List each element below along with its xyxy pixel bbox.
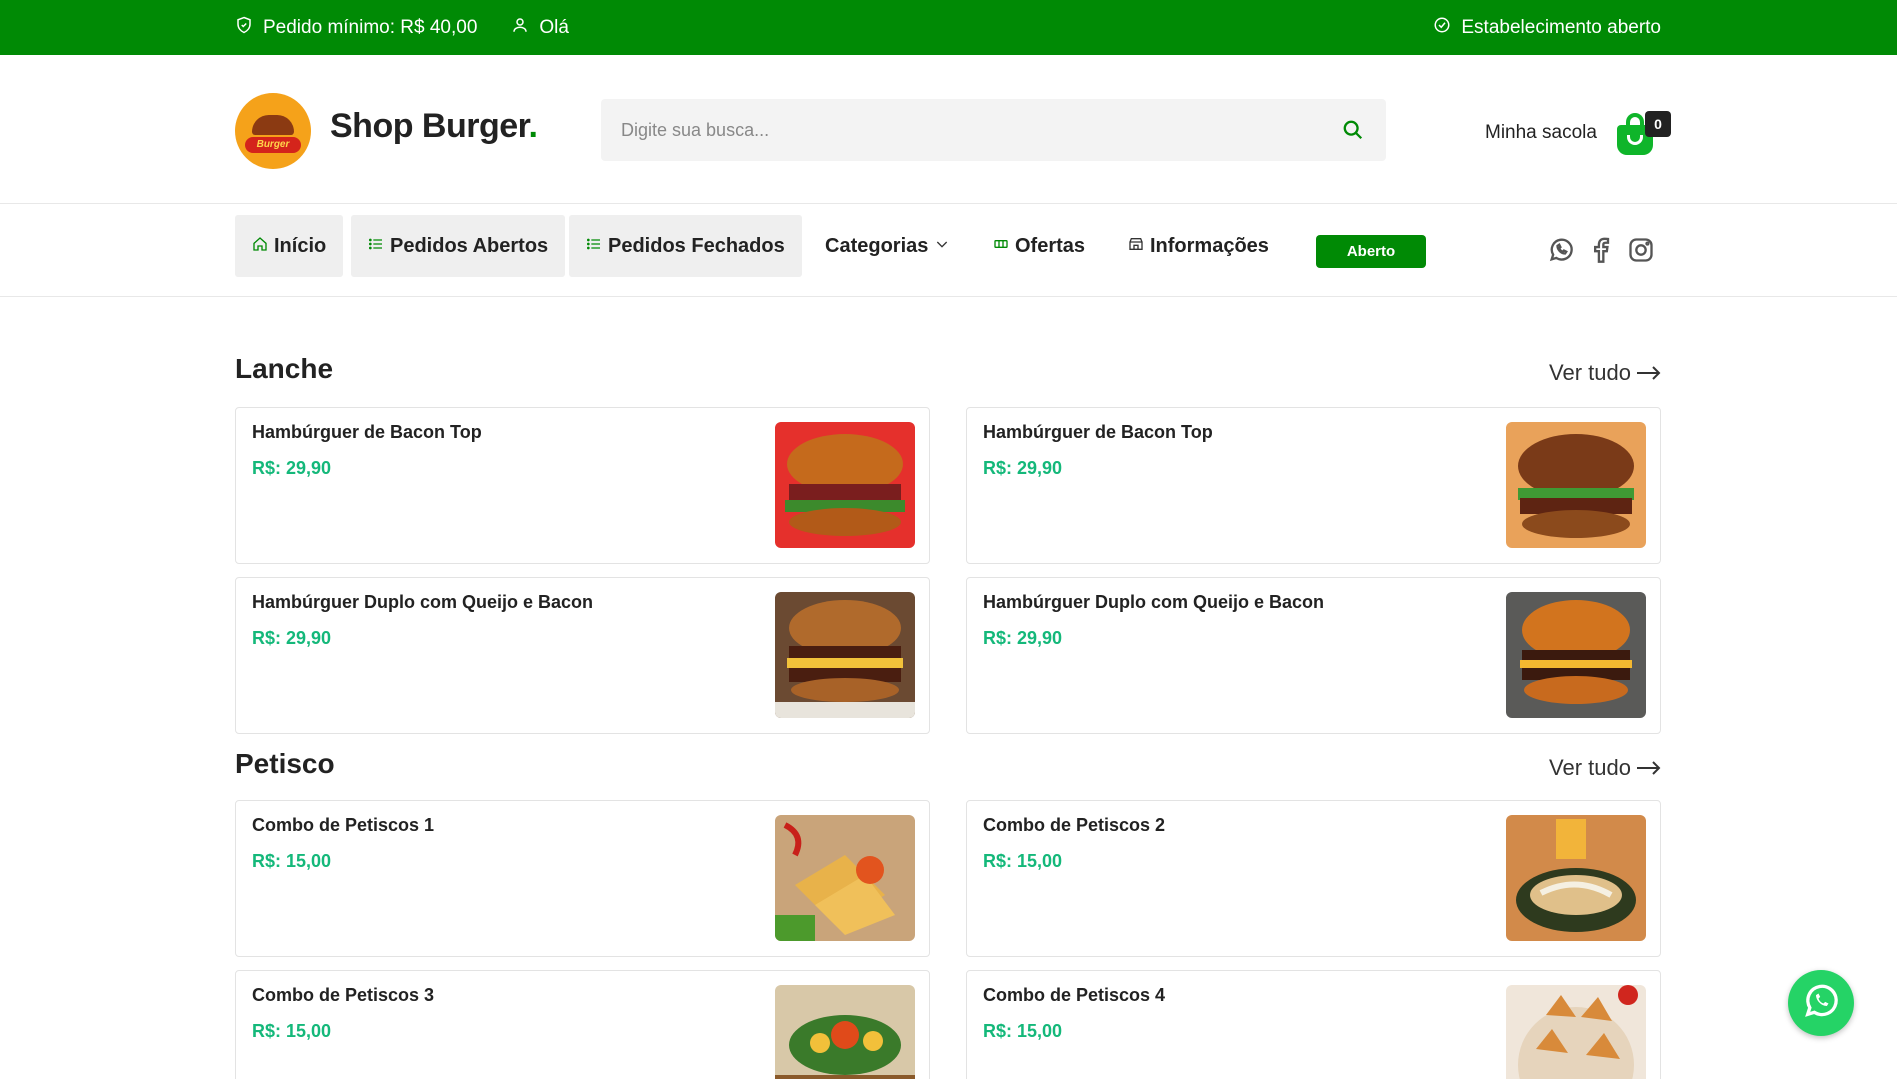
- nav-info-label: Informações: [1150, 234, 1269, 257]
- bag-label[interactable]: Minha sacola: [1485, 122, 1597, 144]
- home-icon: [252, 235, 268, 258]
- nav-categories[interactable]: Categorias: [825, 215, 950, 277]
- product-card[interactable]: Hambúrguer Duplo com Queijo e Bacon R$: …: [966, 577, 1661, 734]
- nav-closed-orders[interactable]: Pedidos Fechados: [569, 215, 802, 277]
- product-card[interactable]: Combo de Petiscos 3 R$: 15,00: [235, 970, 930, 1079]
- brand-name-text: Shop Burger: [330, 107, 529, 145]
- nav-closed-orders-label: Pedidos Fechados: [608, 234, 785, 257]
- product-name: Combo de Petiscos 4: [983, 985, 1166, 1005]
- see-all-label: Ver tudo: [1549, 755, 1631, 780]
- product-name: Combo de Petiscos 2: [983, 815, 1166, 835]
- product-name: Hambúrguer Duplo com Queijo e Bacon: [983, 592, 1325, 612]
- ticket-icon: [993, 235, 1009, 258]
- open-status-button[interactable]: Aberto: [1316, 235, 1426, 268]
- product-price: R$: 29,90: [252, 628, 332, 648]
- product-image: [1506, 985, 1646, 1079]
- product-price: R$: 15,00: [983, 1021, 1063, 1041]
- product-name: Hambúrguer Duplo com Queijo e Bacon: [252, 592, 594, 612]
- whatsapp-icon: [1801, 981, 1841, 1026]
- product-image: [775, 985, 915, 1079]
- arrow-right-icon: [1637, 755, 1661, 781]
- product-price: R$: 15,00: [983, 851, 1063, 871]
- product-name: Combo de Petiscos 1: [252, 815, 435, 835]
- nav-open-orders[interactable]: Pedidos Abertos: [351, 215, 566, 277]
- product-price: R$: 15,00: [252, 1021, 332, 1041]
- see-all-lanche[interactable]: Ver tudo: [1549, 360, 1661, 386]
- section-title-petisco: Petisco: [235, 748, 335, 779]
- see-all-label: Ver tudo: [1549, 360, 1631, 385]
- arrow-right-icon: [1637, 360, 1661, 386]
- search-bar: [601, 99, 1386, 161]
- nav-categories-label: Categorias: [825, 234, 929, 257]
- whatsapp-icon[interactable]: [1547, 236, 1575, 264]
- product-card[interactable]: Hambúrguer de Bacon Top R$: 29,90: [966, 407, 1661, 564]
- top-bar-left: Pedido mínimo: R$ 40,00 Olá: [235, 16, 569, 40]
- product-image: [1506, 592, 1646, 718]
- search-input[interactable]: [601, 99, 1301, 161]
- logo-text: Burger: [245, 137, 301, 153]
- product-image: [775, 815, 915, 941]
- product-name: Hambúrguer de Bacon Top: [252, 422, 482, 442]
- product-image: [1506, 815, 1646, 941]
- product-name: Hambúrguer de Bacon Top: [983, 422, 1213, 442]
- user-icon[interactable]: [511, 16, 529, 40]
- product-price: R$: 15,00: [252, 851, 332, 871]
- greeting-link[interactable]: Olá: [539, 17, 569, 39]
- product-name: Combo de Petiscos 3: [252, 985, 435, 1005]
- product-image: [775, 592, 915, 718]
- brand-name[interactable]: Shop Burger.: [330, 107, 538, 146]
- see-all-petisco[interactable]: Ver tudo: [1549, 755, 1661, 781]
- brand-dot: .: [528, 107, 538, 145]
- product-price: R$: 29,90: [983, 628, 1063, 648]
- top-bar: Pedido mínimo: R$ 40,00 Olá Estabelecime…: [0, 0, 1897, 55]
- top-bar-right: Estabelecimento aberto: [1433, 16, 1661, 40]
- nav-home-label: Início: [274, 234, 327, 257]
- product-card[interactable]: Combo de Petiscos 1 R$: 15,00: [235, 800, 930, 957]
- nav-open-orders-label: Pedidos Abertos: [390, 234, 549, 257]
- store-icon: [1128, 235, 1144, 258]
- product-price: R$: 29,90: [252, 458, 332, 478]
- product-card[interactable]: Combo de Petiscos 2 R$: 15,00: [966, 800, 1661, 957]
- product-card[interactable]: Combo de Petiscos 4 R$: 15,00: [966, 970, 1661, 1079]
- min-order-text: Pedido mínimo: R$ 40,00: [263, 17, 478, 38]
- product-card[interactable]: Hambúrguer Duplo com Queijo e Bacon R$: …: [235, 577, 930, 734]
- product-price: R$: 29,90: [983, 458, 1063, 478]
- check-circle-icon: [1433, 16, 1451, 40]
- chevron-down-icon: [934, 235, 950, 258]
- shield-icon: [235, 16, 253, 40]
- nav-home[interactable]: Início: [235, 215, 344, 277]
- list-icon: [586, 235, 602, 258]
- product-image: [1506, 422, 1646, 548]
- burger-logo-icon: [252, 115, 294, 135]
- main-nav: Início Pedidos Abertos Pedidos Fechados …: [0, 204, 1897, 297]
- nav-offers-label: Ofertas: [1015, 234, 1086, 257]
- nav-offers[interactable]: Ofertas: [993, 215, 1085, 277]
- whatsapp-float-button[interactable]: [1788, 970, 1854, 1036]
- bag-count-badge: 0: [1645, 111, 1671, 137]
- store-status-text: Estabelecimento aberto: [1461, 17, 1661, 38]
- product-card[interactable]: Hambúrguer de Bacon Top R$: 29,90: [235, 407, 930, 564]
- section-title-lanche: Lanche: [235, 353, 334, 384]
- logo[interactable]: Burger: [235, 93, 311, 169]
- instagram-icon[interactable]: [1627, 236, 1655, 264]
- facebook-icon[interactable]: [1587, 236, 1615, 264]
- list-icon: [368, 235, 384, 258]
- nav-info[interactable]: Informações: [1128, 215, 1269, 277]
- product-image: [775, 422, 915, 548]
- header: Burger Shop Burger. Minha sacola 0: [0, 55, 1897, 204]
- search-icon[interactable]: [1342, 119, 1364, 141]
